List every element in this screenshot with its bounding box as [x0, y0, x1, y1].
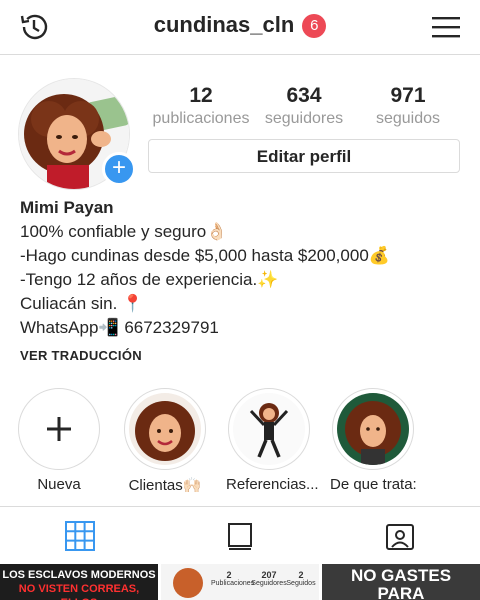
- username: cundinas_cln: [153, 12, 295, 37]
- bio-line-phone[interactable]: WhatsApp📲 6672329791: [20, 316, 470, 340]
- top-bar: cundinas_cln 6: [0, 0, 480, 55]
- stat-value: 634: [286, 84, 322, 107]
- bio-line: Culiacán sin. 📍: [20, 294, 144, 313]
- post-thumbnail[interactable]: LOS ESCLAVOS MODERNOS NO VISTEN CORREAS,…: [0, 564, 158, 600]
- highlight-new[interactable]: Nueva: [16, 388, 102, 493]
- post-text: PARA: [377, 584, 425, 600]
- stat-value: 971: [390, 84, 426, 107]
- profile-name: Mimi Payan: [20, 198, 114, 217]
- mini-stat-value: 207: [261, 570, 277, 580]
- highlight-label: Nueva: [37, 476, 81, 493]
- stat-label: seguidores: [264, 110, 344, 127]
- post-thumbnail[interactable]: 2 Publicaciones 207 Seguidores 2 Seguido…: [161, 564, 319, 600]
- feed-view-icon[interactable]: [225, 521, 255, 551]
- new-highlight-circle: [18, 388, 100, 470]
- add-story-icon[interactable]: +: [102, 152, 136, 186]
- post-text: NO VISTEN CORREAS, ELLOS: [18, 583, 140, 600]
- stat-label: publicaciones: [152, 110, 250, 127]
- highlight-label: Clientas🙌🏻: [128, 477, 202, 494]
- mini-stat-value: 2: [298, 570, 304, 580]
- highlight-circle: [228, 388, 310, 470]
- bio-line: 100% confiable y seguro👌🏻: [20, 222, 228, 241]
- profile-bio: Mimi Payan 100% confiable y seguro👌🏻 -Ha…: [20, 196, 470, 340]
- stat-label: seguidos: [375, 110, 441, 127]
- highlight-label: De que trata:: [330, 476, 417, 493]
- bio-line: -Tengo 12 años de experiencia.✨: [20, 270, 279, 289]
- mini-stat: 2 Publicaciones: [211, 570, 254, 587]
- highlight-circle: [332, 388, 414, 470]
- see-translation-link[interactable]: VER TRADUCCIÓN: [20, 348, 142, 363]
- post-thumbnail[interactable]: NO GASTES PARA: [322, 564, 480, 600]
- notification-badge[interactable]: 6: [302, 14, 327, 38]
- menu-icon[interactable]: [432, 15, 460, 39]
- bio-line: -Hago cundinas desde $5,000 hasta $200,0…: [20, 246, 390, 265]
- grid-view-icon[interactable]: [65, 521, 95, 551]
- mini-stat-label: Publicaciones: [211, 580, 255, 587]
- mini-stat-label: Seguidores: [251, 580, 287, 587]
- bitmoji-dark-image: [337, 393, 409, 465]
- post-text: LOS ESCLAVOS MODERNOS: [2, 569, 156, 581]
- profile-tabs: [0, 506, 480, 563]
- username-header: cundinas_cln 6: [0, 12, 480, 38]
- highlight-circle: [124, 388, 206, 470]
- highlight-referencias[interactable]: Referencias...: [226, 388, 319, 493]
- bitmoji-fullbody-image: [233, 393, 305, 465]
- highlight-clientas[interactable]: Clientas🙌🏻: [122, 388, 208, 494]
- highlight-label: Referencias...: [226, 476, 319, 493]
- mini-avatar: [173, 568, 203, 598]
- post-text: NO GASTES: [350, 566, 452, 585]
- stat-value: 12: [189, 84, 213, 107]
- tagged-photos-icon[interactable]: [385, 521, 415, 551]
- mini-stat-label: Seguidos: [286, 580, 316, 587]
- stat-following[interactable]: 971 seguidos: [353, 84, 463, 128]
- edit-profile-button[interactable]: Editar perfil: [148, 139, 460, 173]
- plus-icon: [47, 417, 71, 441]
- mini-stat: 2 Seguidos: [283, 570, 319, 587]
- stat-followers[interactable]: 634 seguidores: [249, 84, 359, 128]
- highlight-de-que-trata[interactable]: De que trata:: [330, 388, 417, 493]
- posts-grid: LOS ESCLAVOS MODERNOS NO VISTEN CORREAS,…: [0, 562, 480, 600]
- stat-posts[interactable]: 12 publicaciones: [146, 84, 256, 128]
- mini-stat: 207 Seguidores: [251, 570, 287, 587]
- mini-stat-value: 2: [226, 570, 232, 580]
- bitmoji-face-image: [129, 393, 201, 465]
